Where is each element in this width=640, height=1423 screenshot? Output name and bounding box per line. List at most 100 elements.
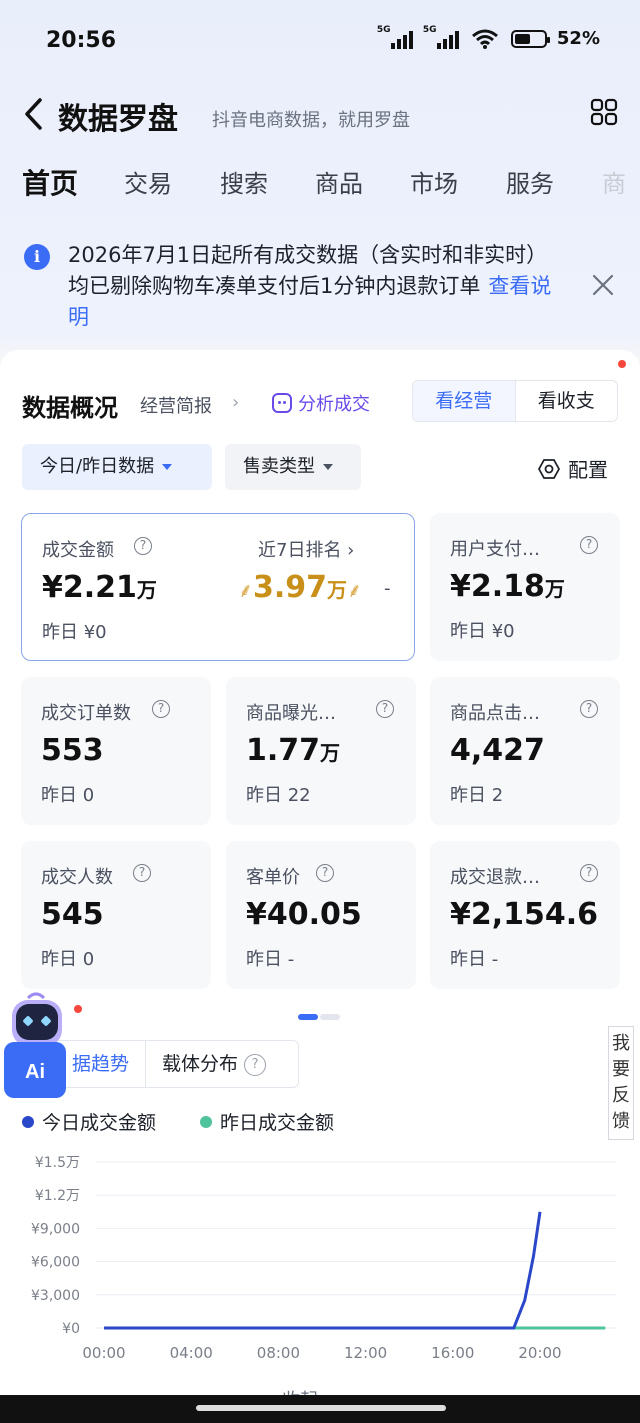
help-icon[interactable]: ? bbox=[376, 700, 394, 718]
metric-card-exposure[interactable]: 商品曝光… ? 1.77万 昨日 22 bbox=[226, 677, 416, 825]
network-type: 5G bbox=[376, 24, 391, 35]
metric-value: 553 bbox=[41, 733, 104, 768]
app-header: 数据罗盘 抖音电商数据，就用罗盘 bbox=[0, 88, 640, 144]
carousel-pager bbox=[298, 1014, 340, 1020]
metric-number: ¥40.05 bbox=[246, 897, 362, 932]
trend-chart[interactable]: ¥0 ¥3,000 ¥6,000 ¥9,000 ¥1.2万 ¥1.5万 00:00 04:00… bbox=[0, 1140, 640, 1380]
section-title: 数据概况 bbox=[22, 394, 118, 422]
y-tick-label: ¥9,000 bbox=[31, 1221, 80, 1237]
metric-number: 1.77 bbox=[246, 733, 321, 768]
help-icon[interactable]: ? bbox=[580, 536, 598, 554]
date-filter-label: 今日/昨日数据 bbox=[40, 456, 155, 477]
metric-value: ¥2.21万 bbox=[42, 570, 157, 605]
legend-dot-yesterday bbox=[200, 1115, 213, 1128]
legend-dot-today bbox=[22, 1115, 34, 1128]
metric-unit: 万 bbox=[136, 578, 157, 602]
help-icon[interactable]: ? bbox=[580, 700, 598, 718]
metric-value: ¥2,154.6 bbox=[450, 897, 598, 932]
chart-legend: 今日成交金额 昨日成交金额 bbox=[22, 1108, 334, 1135]
metric-prev: 昨日 0 bbox=[41, 949, 95, 970]
back-arrow-icon[interactable] bbox=[22, 96, 46, 132]
battery-icon bbox=[510, 29, 550, 48]
metric-card-buyers[interactable]: 成交人数 ? 545 昨日 0 bbox=[21, 841, 211, 989]
tab-service[interactable]: 服务 bbox=[506, 164, 554, 199]
carrier-tab-label: 载体分布 bbox=[162, 1053, 239, 1075]
metric-card-gmv[interactable]: 成交金额 ? ¥2.21万 昨日 ¥0 近7日排名 › ⸙3.97万⸙ - bbox=[21, 513, 415, 661]
help-icon[interactable]: ? bbox=[244, 1053, 267, 1076]
help-icon[interactable]: ? bbox=[134, 537, 152, 555]
pager-dot-active bbox=[298, 1014, 318, 1020]
config-button[interactable]: 配置 bbox=[538, 454, 608, 483]
metric-label: 成交金额 bbox=[42, 540, 114, 561]
feedback-char: 要 bbox=[612, 1059, 630, 1080]
ai-assistant-button[interactable]: Ai bbox=[0, 990, 72, 1102]
feedback-char: 我 bbox=[612, 1033, 630, 1054]
tab-product[interactable]: 商品 bbox=[315, 164, 363, 199]
help-icon[interactable]: ? bbox=[316, 864, 334, 882]
x-tick-label: 04:00 bbox=[170, 1344, 213, 1362]
metric-card-clicks[interactable]: 商品点击… ? 4,427 昨日 2 bbox=[430, 677, 620, 825]
laurel-right-icon: ⸙ bbox=[347, 578, 363, 602]
metric-prev: 昨日 ¥0 bbox=[42, 622, 107, 643]
metric-card-refund[interactable]: 成交退款… ? ¥2,154.6 昨日 - bbox=[430, 841, 620, 989]
metric-prev: 昨日 ¥0 bbox=[450, 621, 515, 642]
rank-unit: 万 bbox=[327, 578, 348, 602]
feedback-button[interactable]: 我 要 反 馈 bbox=[608, 1026, 634, 1140]
pager-dot bbox=[320, 1014, 340, 1020]
metric-label: 成交订单数 bbox=[41, 703, 131, 724]
view-finance-button[interactable]: 看收支 bbox=[516, 381, 618, 421]
metric-label: 成交人数 bbox=[41, 867, 113, 888]
metric-label: 客单价 bbox=[246, 867, 300, 888]
analyze-button[interactable]: 分析成交 bbox=[272, 390, 370, 416]
metric-label: 用户支付… bbox=[450, 539, 540, 560]
y-tick-label: ¥3,000 bbox=[31, 1288, 80, 1304]
legend-today[interactable]: 今日成交金额 bbox=[22, 1108, 156, 1135]
metric-card-orders[interactable]: 成交订单数 ? 553 昨日 0 bbox=[21, 677, 211, 825]
legend-yesterday[interactable]: 昨日成交金额 bbox=[200, 1108, 334, 1135]
metric-prev: 昨日 - bbox=[246, 949, 295, 970]
rank-dash: - bbox=[384, 578, 391, 599]
help-icon[interactable]: ? bbox=[580, 864, 598, 882]
metric-number: 545 bbox=[41, 897, 104, 932]
metric-prev: 昨日 - bbox=[450, 949, 499, 970]
page-subtitle: 抖音电商数据，就用罗盘 bbox=[212, 110, 410, 131]
tab-search[interactable]: 搜索 bbox=[220, 164, 268, 199]
metric-value: 545 bbox=[41, 897, 104, 932]
tab-carrier-distribution[interactable]: 载体分布? bbox=[145, 1040, 299, 1088]
rank-value: ⸙3.97万⸙ bbox=[238, 570, 362, 605]
notice-message: 2026年7月1日起所有成交数据（含实时和非实时）均已剔除购物车凑单支付后1分钟… bbox=[68, 243, 548, 298]
metric-label: 商品曝光… bbox=[246, 703, 336, 724]
laurel-left-icon: ⸙ bbox=[238, 578, 253, 602]
ai-label: Ai bbox=[25, 1061, 45, 1083]
metric-value: 1.77万 bbox=[246, 733, 340, 768]
y-tick-label: ¥0 bbox=[62, 1321, 80, 1337]
y-tick-label: ¥6,000 bbox=[31, 1255, 80, 1271]
close-icon[interactable] bbox=[592, 274, 614, 296]
rank-link[interactable]: 近7日排名 › bbox=[258, 536, 354, 562]
help-icon[interactable]: ? bbox=[152, 700, 170, 718]
view-ops-button[interactable]: 看经营 bbox=[413, 381, 516, 421]
metric-number: ¥2.18 bbox=[450, 569, 545, 604]
sale-type-dropdown[interactable]: 售卖类型 bbox=[225, 444, 361, 490]
apps-grid-icon[interactable] bbox=[590, 98, 618, 126]
metric-card-avg-price[interactable]: 客单价 ? ¥40.05 昨日 - bbox=[226, 841, 416, 989]
feedback-char: 反 bbox=[612, 1085, 630, 1106]
status-bar: 20:56 5G 5G 52% bbox=[0, 0, 640, 80]
tab-product-2[interactable]: 商 bbox=[602, 164, 640, 199]
battery-percent: 52% bbox=[556, 28, 600, 49]
rank-number: 3.97 bbox=[253, 570, 328, 605]
tab-market[interactable]: 市场 bbox=[410, 164, 458, 199]
home-indicator bbox=[0, 1395, 640, 1423]
x-tick-label: 12:00 bbox=[344, 1344, 387, 1362]
help-icon[interactable]: ? bbox=[133, 864, 151, 882]
report-link[interactable]: 经营简报 bbox=[140, 392, 212, 418]
series-today-line bbox=[104, 1211, 542, 1330]
metric-prev: 昨日 2 bbox=[450, 785, 504, 806]
tab-home[interactable]: 首页 bbox=[22, 162, 78, 202]
metric-card-user-pay[interactable]: 用户支付… ? ¥2.18万 昨日 ¥0 bbox=[430, 513, 620, 661]
date-filter-dropdown[interactable]: 今日/昨日数据 bbox=[22, 444, 212, 490]
notification-dot bbox=[618, 360, 626, 368]
tab-trade[interactable]: 交易 bbox=[124, 164, 172, 199]
x-tick-label: 16:00 bbox=[431, 1344, 474, 1362]
info-icon: i bbox=[24, 244, 50, 270]
